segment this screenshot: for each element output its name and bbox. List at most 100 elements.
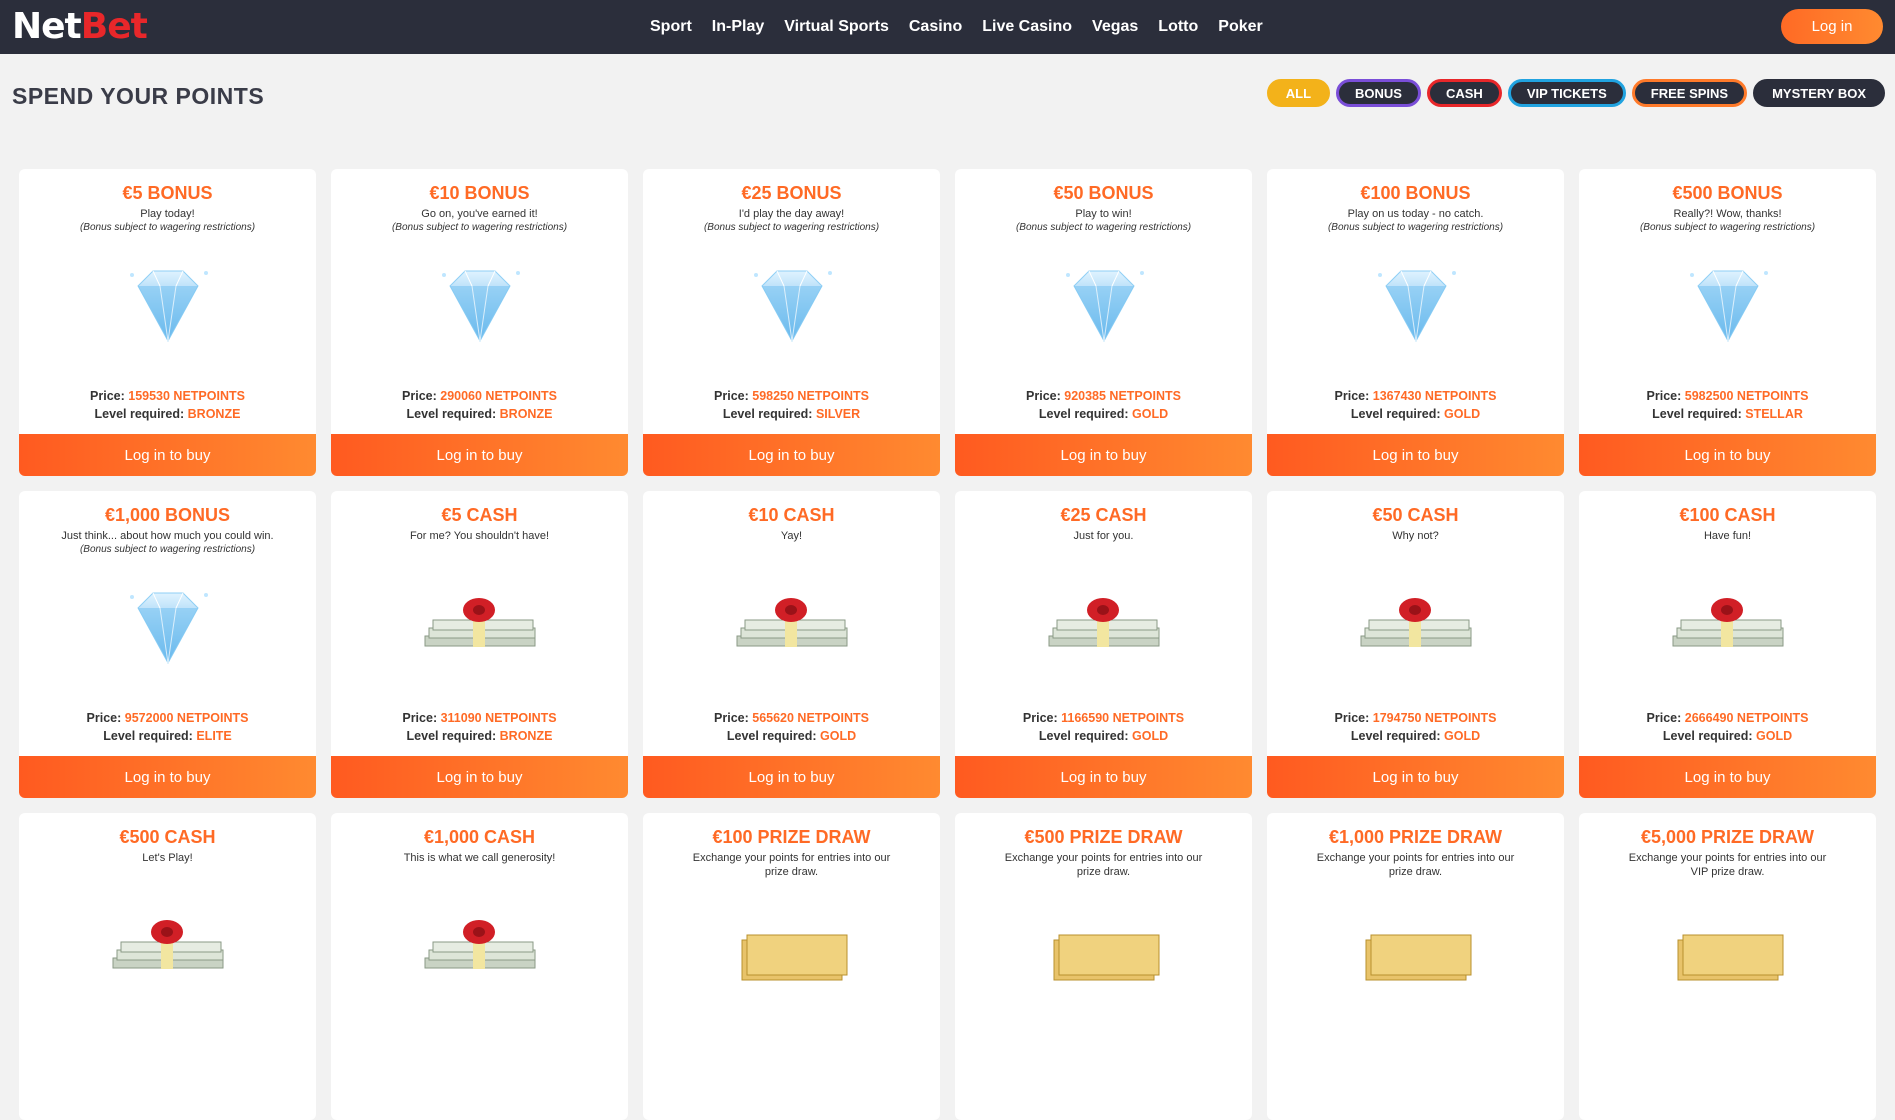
buy-button[interactable]: Log in to buy [643,756,940,798]
filter-vip-tickets[interactable]: VIP TICKETS [1507,79,1626,107]
reward-title: €10 CASH [748,505,835,525]
level-line: Level required: STELLAR [1579,405,1876,423]
title-row: SPEND YOUR POINTS ALL BONUS CASH VIP TIC… [0,54,1895,134]
reward-note: (Bonus subject to wagering restrictions) [1015,222,1192,233]
reward-price-block: Price: 1367430 NETPOINTS Level required:… [1267,387,1564,423]
filter-bonus[interactable]: BONUS [1336,79,1421,107]
level-label: Level required: [1662,729,1753,743]
cash-gift-icon [643,573,940,683]
reward-title: €25 BONUS [741,183,842,203]
cash-gift-icon [1579,573,1876,683]
nav-poker[interactable]: Poker [1218,18,1262,36]
filter-cash[interactable]: CASH [1426,79,1502,107]
diamond-icon [1267,251,1564,361]
level-label: Level required: [103,729,193,743]
main-nav: Sport In-Play Virtual Sports Casino Live… [650,0,1283,54]
diamond-icon [643,251,940,361]
reward-price-block: Price: 290060 NETPOINTS Level required: … [331,387,628,423]
reward-title: €100 CASH [1679,505,1776,525]
reward-title: €1,000 CASH [423,827,536,847]
reward-title: €10 BONUS [429,183,530,203]
nav-in-play[interactable]: In-Play [712,18,764,36]
reward-title: €50 CASH [1372,505,1459,525]
level-label: Level required: [1038,729,1129,743]
buy-button[interactable]: Log in to buy [19,756,316,798]
reward-card: €5 BONUS Play today! (Bonus subject to wag… [19,169,316,476]
level-line: Level required: ELITE [19,727,316,745]
page-title: SPEND YOUR POINTS [12,83,265,109]
reward-subtitle: Yay! [780,530,803,542]
reward-title: €500 BONUS [1672,183,1783,203]
buy-button[interactable]: Log in to buy [1267,756,1564,798]
buy-button[interactable]: Log in to buy [1267,434,1564,476]
price-label: Price: [90,389,125,403]
price-label: Price: [1646,389,1682,403]
price-value: 159530 NETPOINTS [128,389,245,403]
price-value: 1794750 NETPOINTS [1372,711,1497,725]
filter-all[interactable]: ALL [1266,79,1331,107]
reward-title: €500 PRIZE DRAW [1024,827,1183,847]
level-line: Level required: GOLD [1267,727,1564,745]
nav-live-casino[interactable]: Live Casino [982,18,1072,36]
reward-subtitle: Have fun! [1703,530,1752,542]
buy-button[interactable]: Log in to buy [1579,756,1876,798]
buy-button[interactable]: Log in to buy [331,434,628,476]
cash-gift-icon [331,573,628,683]
category-filters: ALL BONUS CASH VIP TICKETS FREE SPINS MY… [1266,79,1885,107]
reward-card: €100 BONUS Play on us today - no catch. (B… [1267,169,1564,476]
login-button[interactable]: Log in [1781,9,1883,44]
level-value: SILVER [815,407,861,421]
buy-button[interactable]: Log in to buy [19,434,316,476]
buy-button[interactable]: Log in to buy [331,756,628,798]
price-label: Price: [1334,389,1370,403]
reward-note: (Bonus subject to wagering restrictions) [391,222,568,233]
netbet-logo[interactable]: NetBet [12,6,148,47]
level-value: GOLD [1132,407,1169,421]
reward-subtitle: Play today! [140,208,195,220]
price-value: 5982500 NETPOINTS [1684,389,1809,403]
ticket-icon [955,895,1252,1005]
level-label: Level required: [726,729,817,743]
nav-virtual-sports[interactable]: Virtual Sports [784,18,889,36]
level-label: Level required: [406,407,497,421]
level-line: Level required: BRONZE [331,405,628,423]
reward-title: €100 PRIZE DRAW [712,827,871,847]
nav-casino[interactable]: Casino [909,18,962,36]
reward-note: (Bonus subject to wagering restrictions) [1327,222,1504,233]
buy-button[interactable]: Log in to buy [955,756,1252,798]
reward-card: €25 BONUS I'd play the day away! (Bonus su… [643,169,940,476]
filter-free-spins[interactable]: FREE SPINS [1631,79,1748,107]
buy-button[interactable]: Log in to buy [1579,434,1876,476]
filter-mystery-box[interactable]: MYSTERY BOX [1753,79,1885,107]
price-value: 1367430 NETPOINTS [1372,389,1497,403]
logo-net: Net [12,6,82,47]
price-label: Price: [1022,711,1058,725]
reward-subtitle: Play on us today - no catch. [1347,208,1484,220]
price-value: 290060 NETPOINTS [440,389,557,403]
nav-lotto[interactable]: Lotto [1158,18,1198,36]
reward-title: €50 BONUS [1053,183,1154,203]
diamond-icon [19,573,316,683]
reward-title: €5,000 PRIZE DRAW [1640,827,1815,847]
reward-note: (Bonus subject to wagering restrictions) [79,544,256,555]
price-value: 9572000 NETPOINTS [124,711,249,725]
reward-card: €1,000 PRIZE DRAW Exchange your points fo… [1267,813,1564,1120]
price-value: 2666490 NETPOINTS [1684,711,1809,725]
reward-note: (Bonus subject to wagering restrictions) [79,222,256,233]
reward-note: (Bonus subject to wagering restrictions) [1639,222,1816,233]
nav-vegas[interactable]: Vegas [1092,18,1138,36]
diamond-icon [955,251,1252,361]
rewards-grid: €5 BONUS Play today! (Bonus subject to wag… [19,169,1876,1120]
level-line: Level required: GOLD [955,727,1252,745]
level-label: Level required: [94,407,185,421]
reward-card: €5,000 PRIZE DRAW Exchange your points fo… [1579,813,1876,1120]
price-line: Price: 5982500 NETPOINTS [1579,387,1876,405]
price-label: Price: [1334,711,1370,725]
price-value: 311090 NETPOINTS [440,711,557,725]
price-line: Price: 598250 NETPOINTS [643,387,940,405]
reward-subtitle: Go on, you've earned it! [421,208,538,220]
nav-sport[interactable]: Sport [650,18,692,36]
cash-gift-icon [1267,573,1564,683]
buy-button[interactable]: Log in to buy [643,434,940,476]
buy-button[interactable]: Log in to buy [955,434,1252,476]
